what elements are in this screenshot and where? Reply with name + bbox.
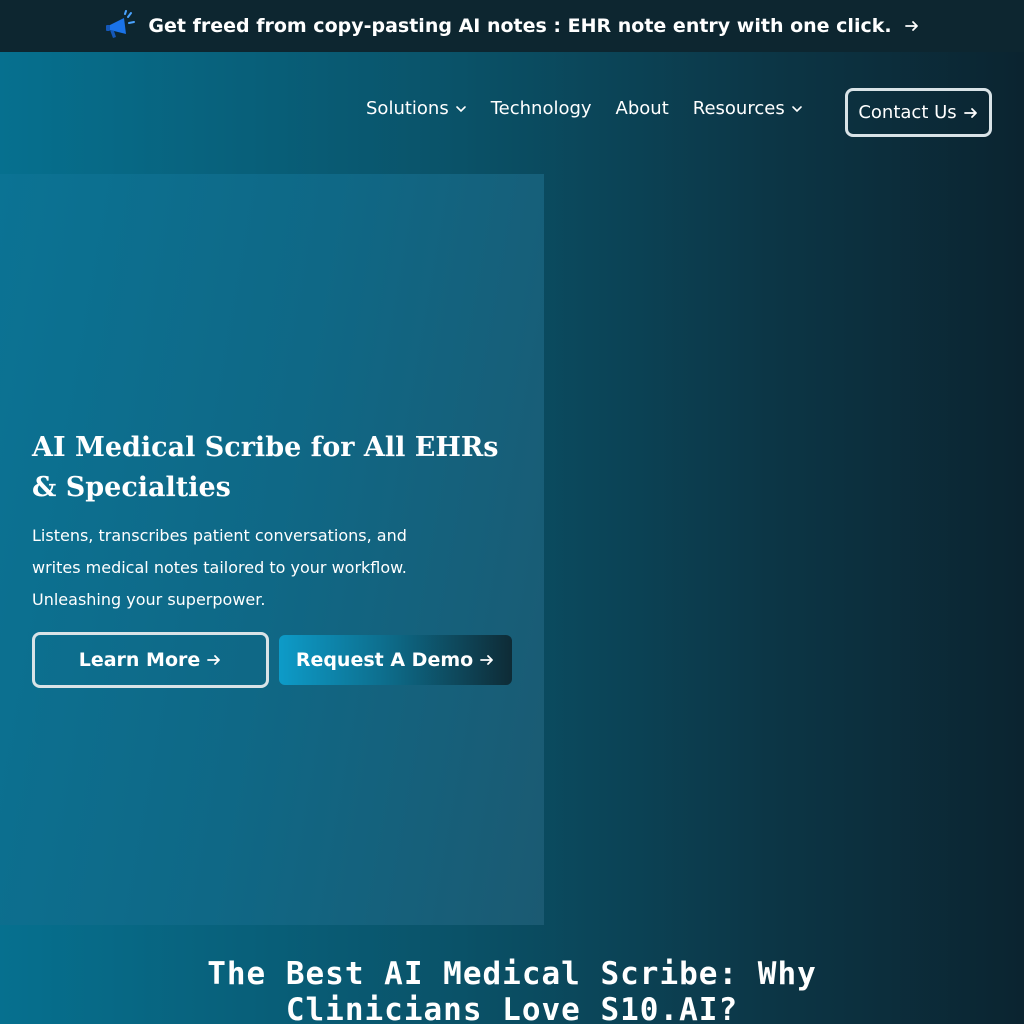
nav-item-label: Solutions (366, 98, 449, 119)
nav-item-solutions[interactable]: Solutions (366, 98, 467, 119)
hero-description: Listens, transcribes patient conversatio… (32, 526, 407, 609)
hero-title: AI Medical Scribe for All EHRs & Special… (32, 432, 499, 503)
learn-more-button[interactable]: Learn More (32, 632, 269, 688)
arrow-right-icon (904, 21, 918, 31)
request-demo-button[interactable]: Request A Demo (279, 635, 512, 685)
nav-item-label: Technology (490, 98, 592, 119)
megaphone-icon (106, 10, 136, 38)
arrow-right-icon (963, 107, 977, 118)
request-demo-label: Request A Demo (295, 649, 474, 671)
arrow-right-icon (207, 655, 221, 665)
nav-item-label: Resources (692, 98, 785, 119)
announcement-text[interactable]: Get freed from copy-pasting AI notes : E… (148, 15, 891, 37)
chevron-down-icon (791, 105, 802, 112)
section-title: The Best AI Medical Scribe: Why Clinicia… (207, 956, 817, 1024)
nav-item-label: About (615, 98, 669, 119)
main-nav: Solutions Technology About Resources Con… (0, 52, 1024, 174)
hero-panel: AI Medical Scribe for All EHRs & Special… (0, 174, 544, 925)
nav-item-resources[interactable]: Resources (693, 98, 803, 119)
nav-item-technology[interactable]: Technology (491, 98, 592, 119)
announcement-bar[interactable]: Get freed from copy-pasting AI notes : E… (0, 0, 1024, 52)
contact-us-label: Contact Us (858, 102, 957, 123)
learn-more-label: Learn More (78, 649, 201, 671)
chevron-down-icon (455, 105, 466, 112)
contact-us-button[interactable]: Contact Us (845, 88, 992, 137)
nav-menu: Solutions Technology About Resources (366, 98, 827, 119)
arrow-right-icon (480, 655, 494, 665)
nav-item-about[interactable]: About (616, 98, 669, 119)
